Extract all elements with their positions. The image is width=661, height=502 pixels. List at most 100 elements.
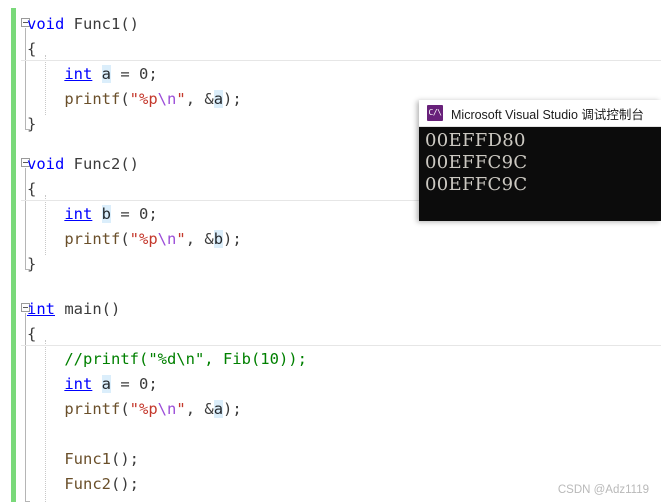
console-output-line: 00EFFC9C (425, 174, 528, 195)
console-output-area[interactable]: 00EFFD80 00EFFC9C 00EFFC9C (422, 127, 661, 221)
code-token: () (120, 155, 140, 173)
console-title-label: Microsoft Visual Studio 调试控制台 (451, 107, 644, 122)
code-line[interactable]: { (27, 177, 36, 202)
code-token: printf (64, 230, 121, 248)
code-token: ; (148, 205, 158, 223)
code-token: ( (120, 400, 130, 418)
code-line[interactable]: Func1(); (27, 447, 139, 472)
code-token: " (176, 400, 186, 418)
console-output-line: 00EFFC9C (425, 152, 528, 173)
code-line[interactable]: int a = 0; (27, 372, 158, 397)
code-token: main (64, 300, 102, 318)
outline-guide (25, 313, 30, 502)
code-token: ( (120, 230, 130, 248)
region-separator (21, 60, 661, 61)
code-token: , & (185, 400, 214, 418)
code-token: { (27, 40, 37, 58)
code-token: a (101, 375, 112, 393)
code-token: " (176, 230, 186, 248)
code-token: Func2 (73, 155, 121, 173)
code-token: \n (157, 400, 177, 418)
debug-console-window[interactable]: C/\ Microsoft Visual Studio 调试控制台 00EFFD… (419, 100, 661, 221)
code-token: } (27, 115, 37, 133)
code-line[interactable]: void Func2() (27, 152, 139, 177)
code-token: } (27, 255, 37, 273)
code-token: //printf("%d\n", Fib(10)); (64, 350, 307, 368)
code-token: = (111, 375, 140, 393)
code-token: { (27, 180, 37, 198)
code-line[interactable]: int main() (27, 297, 120, 322)
code-token: "%p (129, 400, 158, 418)
code-line[interactable]: } (27, 112, 36, 137)
code-token: 0 (139, 205, 149, 223)
code-token: b (213, 230, 224, 248)
code-token: = (111, 205, 140, 223)
code-line[interactable]: } (27, 252, 36, 277)
code-token: \n (157, 90, 177, 108)
code-token: b (101, 205, 112, 223)
console-titlebar[interactable]: C/\ Microsoft Visual Studio 调试控制台 (419, 100, 661, 127)
console-output-line: 00EFFD80 (425, 130, 526, 151)
code-token: a (101, 65, 112, 83)
code-token: ); (223, 90, 242, 108)
code-token: printf (64, 400, 121, 418)
code-line[interactable]: void Func1() (27, 12, 139, 37)
code-token: (); (111, 475, 139, 493)
code-token: \n (157, 230, 177, 248)
code-token: ); (223, 400, 242, 418)
code-line[interactable]: printf("%p\n", &a); (27, 87, 242, 112)
code-token: ; (148, 375, 158, 393)
code-token: void (27, 15, 65, 33)
code-token: Func1 (64, 450, 111, 468)
code-token: "%p (129, 230, 158, 248)
code-editor-surface[interactable]: void Func1(){ int a = 0; printf("%p\n", … (0, 0, 661, 502)
code-token: () (120, 15, 140, 33)
code-token: 0 (139, 65, 149, 83)
code-token: (); (111, 450, 139, 468)
code-line[interactable]: Func2(); (27, 472, 139, 497)
code-token: ); (223, 230, 242, 248)
code-token: " (176, 90, 186, 108)
code-token: , & (185, 90, 214, 108)
code-token: a (213, 90, 224, 108)
code-token: int (64, 375, 93, 393)
code-line[interactable]: { (27, 37, 36, 62)
code-token: a (213, 400, 224, 418)
code-token: "%p (129, 90, 158, 108)
code-line[interactable]: { (27, 322, 36, 347)
code-token: ( (120, 90, 130, 108)
code-token: Func1 (73, 15, 121, 33)
console-icon-glyph: C/\ (428, 108, 442, 117)
code-token: int (27, 300, 55, 318)
code-token: int (64, 205, 93, 223)
code-token: ; (148, 65, 158, 83)
code-token: { (27, 325, 37, 343)
code-line[interactable]: int a = 0; (27, 62, 158, 87)
code-token: () (101, 300, 121, 318)
code-line[interactable]: printf("%p\n", &a); (27, 397, 242, 422)
visual-studio-console-icon: C/\ (427, 105, 443, 121)
region-separator (21, 345, 661, 346)
outline-guide (25, 168, 30, 270)
outline-guide (25, 28, 30, 130)
code-token: int (64, 65, 93, 83)
code-line[interactable]: int b = 0; (27, 202, 158, 227)
code-line[interactable]: printf("%p\n", &b); (27, 227, 242, 252)
code-line[interactable]: //printf("%d\n", Fib(10)); (27, 347, 307, 372)
csdn-watermark: CSDN @Adz1119 (557, 484, 649, 496)
code-token: 0 (139, 375, 149, 393)
